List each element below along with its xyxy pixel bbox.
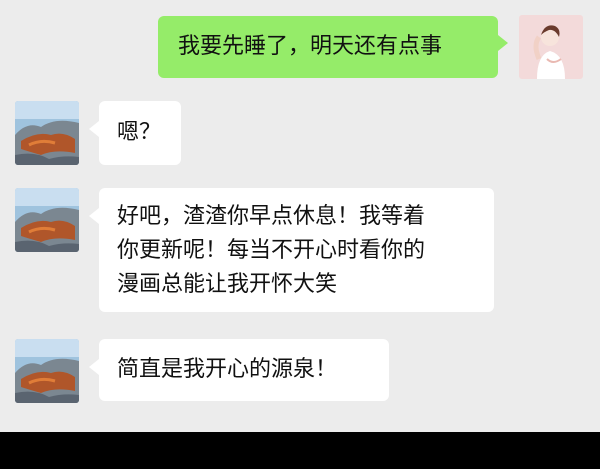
bubble-tail (89, 121, 99, 137)
message-bubble-incoming[interactable]: 简直是我开心的源泉！ (89, 339, 389, 401)
contact-avatar[interactable] (15, 339, 79, 403)
bubble-tail (89, 359, 99, 375)
contact-avatar[interactable] (15, 101, 79, 165)
contact-avatar-image (15, 101, 79, 165)
bubble-tail (498, 35, 508, 51)
self-avatar[interactable] (519, 15, 583, 79)
message-bubble-outgoing[interactable]: 我要先睡了，明天还有点事 (158, 16, 508, 78)
message-text-line: 你更新呢！每当不开心时看你的 (117, 238, 426, 263)
self-avatar-image (519, 15, 583, 79)
message-text-line: 好吧，渣渣你早点休息！我等着 (117, 204, 426, 229)
message-text: 简直是我开心的源泉！ (117, 357, 338, 382)
message-text: 我要先睡了，明天还有点事 (178, 34, 443, 59)
contact-avatar-image (15, 188, 79, 252)
bubble-tail (89, 208, 99, 224)
contact-avatar[interactable] (15, 188, 79, 252)
message-text-line: 漫画总能让我开怀大笑 (117, 272, 338, 297)
contact-avatar-image (15, 339, 79, 403)
bottom-bar (0, 432, 600, 469)
message-text: 嗯？ (117, 120, 162, 145)
message-bubble-incoming[interactable]: 嗯？ (89, 101, 181, 165)
message-bubble-incoming[interactable]: 好吧，渣渣你早点休息！我等着 你更新呢！每当不开心时看你的 漫画总能让我开怀大笑 (89, 188, 494, 312)
chat-area: 我要先睡了，明天还有点事 嗯？ 好吧，渣渣你早点休息！我等着 你更新呢！每当不开… (0, 0, 600, 432)
